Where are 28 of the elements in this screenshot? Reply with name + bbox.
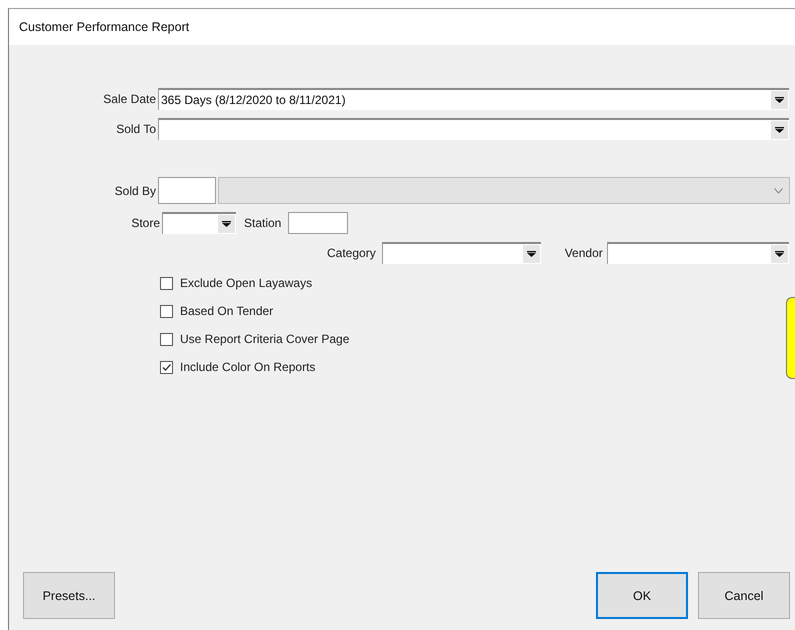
checkbox[interactable]: [160, 276, 173, 290]
checkbox[interactable]: [160, 304, 173, 318]
dropdown-arrow-icon[interactable]: [775, 251, 784, 257]
dropdown-arrow-icon[interactable]: [775, 97, 784, 103]
field-label: Sold By: [114, 184, 157, 198]
checkbox[interactable]: [160, 360, 173, 374]
station-field[interactable]: [288, 212, 348, 234]
field-label: Sold To: [115, 122, 157, 136]
dropdown-arrow-icon[interactable]: [222, 221, 231, 227]
sold-by-code-field[interactable]: [158, 177, 216, 204]
field-label: Sale Date: [102, 92, 157, 106]
dropdown-arrow-icon[interactable]: [526, 251, 536, 257]
field-label: Vendor: [564, 246, 603, 260]
checkbox-label: Exclude Open Layaways: [180, 276, 312, 290]
window-title: Customer Performance Report: [9, 9, 795, 45]
cancel-button[interactable]: Cancel: [698, 572, 790, 619]
field-label: Store: [130, 216, 161, 230]
checkbox-label: Include Color On Reports: [180, 360, 316, 374]
dropdown-arrow-icon[interactable]: [775, 127, 784, 133]
sale-date-dropdown[interactable]: 365 Days (8/12/2020 to 8/11/2021): [158, 88, 789, 110]
field-label: Station: [244, 216, 282, 230]
chevron-down-icon: [774, 188, 783, 194]
checkbox-label: Based On Tender: [180, 304, 274, 318]
presets-button[interactable]: Presets...: [23, 572, 115, 619]
ok-button[interactable]: OK: [596, 572, 688, 619]
field-label: Category: [327, 246, 376, 260]
checkbox[interactable]: [160, 332, 173, 346]
checkbox-label: Use Report Criteria Cover Page: [180, 332, 350, 346]
